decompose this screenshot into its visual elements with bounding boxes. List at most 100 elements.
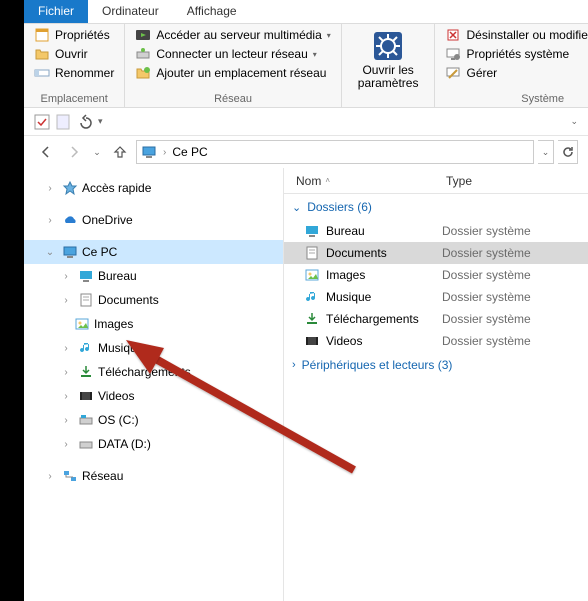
list-item-videos[interactable]: Videos Dossier système [284,330,588,352]
col-name[interactable]: Nom˄ [284,174,434,188]
rename-button[interactable]: Renommer [32,64,116,82]
ribbon-group-openparams: Ouvrir lesparamètres [342,24,436,107]
tab-file[interactable]: Fichier [24,0,88,23]
manage-button[interactable]: Gérer [443,64,588,82]
desktop-icon [304,223,320,239]
open-button[interactable]: Ouvrir [32,45,116,63]
tree-music[interactable]: › Musique [24,336,283,360]
manage-label: Gérer [466,66,497,80]
col-type[interactable]: Type [434,174,484,188]
tree-os-c[interactable]: › OS (C:) [24,408,283,432]
ribbon: Propriétés Ouvrir Renommer Emplacement A… [24,24,588,108]
ribbon-group-location: Propriétés Ouvrir Renommer Emplacement [24,24,125,107]
uninstall-icon [445,27,461,43]
chevron-right-icon[interactable]: › [58,271,74,282]
tree-music-label: Musique [98,341,143,355]
recent-dropdown[interactable]: ⌄ [90,140,104,164]
checkbox-icon[interactable] [34,114,50,130]
breadcrumb-chevron[interactable]: › [163,147,166,158]
sort-asc-icon: ˄ [325,176,330,185]
tree-thispc-label: Ce PC [82,245,117,259]
chevron-down-icon[interactable]: ⌄ [570,116,578,127]
list-item-images[interactable]: Images Dossier système [284,264,588,286]
tree-quick-access[interactable]: › Accès rapide [24,176,283,200]
music-icon [78,340,94,356]
desktop-icon [78,268,94,284]
chevron-right-icon[interactable]: › [42,183,58,194]
tree-os-c-label: OS (C:) [98,413,139,427]
chevron-down-icon: ▾ [313,50,317,59]
tree-network[interactable]: › Réseau [24,464,283,488]
ribbon-tabs: Fichier Ordinateur Affichage [24,0,588,24]
properties-button[interactable]: Propriétés [32,26,116,44]
media-server-button[interactable]: Accéder au serveur multimédia ▾ [133,26,332,44]
left-black-border [0,0,24,601]
qat-dropdown-icon[interactable]: ▾ [98,116,103,127]
list-item-documents[interactable]: Documents Dossier système [284,242,588,264]
documents-icon [78,292,94,308]
chevron-right-icon[interactable]: › [58,343,74,354]
connect-drive-button[interactable]: Connecter un lecteur réseau ▾ [133,45,332,63]
tree-onedrive-label: OneDrive [82,213,133,227]
tree-downloads[interactable]: › Téléchargements [24,360,283,384]
folder-open-icon [34,46,50,62]
tree-data-d-label: DATA (D:) [98,437,151,451]
computer-icon [141,144,157,160]
add-location-button[interactable]: Ajouter un emplacement réseau [133,64,332,82]
list-item-music[interactable]: Musique Dossier système [284,286,588,308]
chevron-down-icon: ⌄ [292,201,301,214]
network-icon [62,468,78,484]
documents-icon [304,245,320,261]
undo-icon[interactable] [76,114,92,130]
chevron-right-icon[interactable]: › [58,295,74,306]
quick-access-toolbar: ▾ ⌄ [24,108,588,136]
address-location[interactable]: Ce PC [172,145,207,159]
address-bar[interactable]: › Ce PC [136,140,534,164]
system-properties-button[interactable]: Propriétés système [443,45,588,63]
chevron-right-icon[interactable]: › [58,391,74,402]
forward-button[interactable] [62,140,86,164]
tree-images-label: Images [94,317,133,331]
tree-data-d[interactable]: › DATA (D:) [24,432,283,456]
tree-onedrive[interactable]: › OneDrive [24,208,283,232]
system-properties-label: Propriétés système [466,47,569,61]
open-label: Ouvrir [55,47,88,61]
drive-icon [78,436,94,452]
tree-desktop[interactable]: › Bureau [24,264,283,288]
group-folders-label: Dossiers (6) [307,200,372,214]
tree-thispc[interactable]: ⌄ Ce PC [24,240,283,264]
open-settings-label-1: Ouvrir les [362,63,413,77]
list-item-desktop[interactable]: Bureau Dossier système [284,220,588,242]
chevron-down-icon[interactable]: ⌄ [42,247,58,258]
back-button[interactable] [34,140,58,164]
file-list: Nom˄ Type ⌄ Dossiers (6) Bureau Dossier … [284,168,588,601]
uninstall-button[interactable]: Désinstaller ou modifier un progr [443,26,588,44]
up-button[interactable] [108,140,132,164]
open-settings-button[interactable]: Ouvrir lesparamètres [350,26,427,94]
tab-computer[interactable]: Ordinateur [88,0,173,23]
connect-drive-label: Connecter un lecteur réseau [156,47,307,61]
list-item-downloads[interactable]: Téléchargements Dossier système [284,308,588,330]
nav-tree: › Accès rapide › OneDrive ⌄ Ce PC › Bure… [24,168,284,601]
tree-documents[interactable]: › Documents [24,288,283,312]
ribbon-group-system: Désinstaller ou modifier un progr Propri… [435,24,588,107]
ribbon-group-location-label: Emplacement [32,91,116,107]
downloads-icon [78,364,94,380]
address-dropdown[interactable]: ⌄ [538,140,554,164]
downloads-icon [304,311,320,327]
chevron-right-icon[interactable]: › [58,439,74,450]
tree-videos-label: Videos [98,389,134,403]
add-location-label: Ajouter un emplacement réseau [156,66,326,80]
tab-view[interactable]: Affichage [173,0,251,23]
chevron-right-icon[interactable]: › [58,415,74,426]
group-drives[interactable]: › Périphériques et lecteurs (3) [284,352,588,378]
group-folders[interactable]: ⌄ Dossiers (6) [284,194,588,220]
ribbon-group-system-label: Système [443,91,588,107]
document-icon[interactable] [56,114,70,130]
tree-videos[interactable]: › Videos [24,384,283,408]
tree-images[interactable]: Images [24,312,283,336]
chevron-right-icon[interactable]: › [42,215,58,226]
chevron-right-icon[interactable]: › [58,367,74,378]
chevron-right-icon[interactable]: › [42,471,58,482]
refresh-button[interactable] [558,140,578,164]
